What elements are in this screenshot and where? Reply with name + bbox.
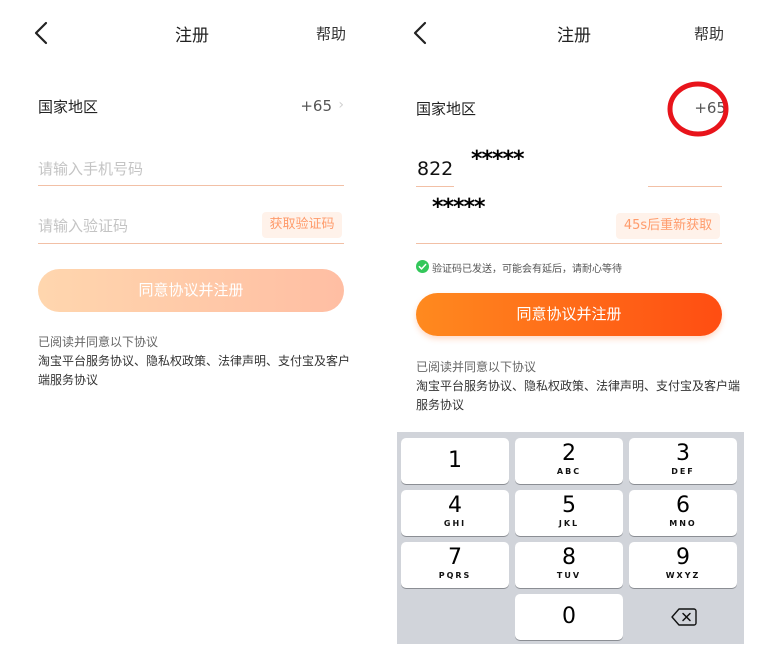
key-9[interactable]: 9 WXYZ [629, 542, 737, 588]
agreement-links[interactable]: 淘宝平台服务协议、隐私权政策、法律声明、支付宝及客户端服务协议 [416, 377, 746, 415]
code-masked: ***** [432, 195, 486, 220]
code-field[interactable]: ***** 45s后重新获取 [416, 195, 722, 244]
key-5[interactable]: 5 JKL [515, 490, 623, 536]
help-link[interactable]: 帮助 [694, 23, 724, 44]
agreement-links[interactable]: 淘宝平台服务协议、隐私权政策、法律声明、支付宝及客户端服务协议 [38, 352, 358, 390]
key-0[interactable]: 0 [515, 594, 623, 640]
phone-underline-left [416, 186, 454, 187]
agreement-intro: 已阅读并同意以下协议 [416, 360, 537, 374]
key-8[interactable]: 8 TUV [515, 542, 623, 588]
region-selector[interactable]: 国家地区 +65 › [38, 94, 346, 120]
backspace-icon [671, 608, 697, 626]
help-link[interactable]: 帮助 [316, 23, 346, 44]
key-7[interactable]: 7 PQRS [401, 542, 509, 588]
register-screen-initial: 注册 帮助 国家地区 +65 › 请输入手机号码 请输入验证码 获取验证码 同意… [0, 0, 384, 666]
resend-countdown-button[interactable]: 45s后重新获取 [616, 213, 720, 239]
phone-field[interactable]: 822 ***** [416, 147, 726, 188]
register-screen-code-sent: 注册 帮助 国家地区 +65 822 ***** ***** 45s后重新获取 … [384, 0, 764, 666]
key-6[interactable]: 6 MNO [629, 490, 737, 536]
key-2[interactable]: 2 ABC [515, 438, 623, 484]
code-field[interactable]: 请输入验证码 获取验证码 [38, 212, 344, 244]
agreement-text: 已阅读并同意以下协议 淘宝平台服务协议、隐私权政策、法律声明、支付宝及客户端服务… [416, 358, 746, 415]
region-label: 国家地区 [38, 98, 99, 116]
check-circle-icon [416, 260, 429, 273]
chevron-right-icon: › [338, 97, 344, 113]
nav-bar: 注册 帮助 [384, 18, 764, 48]
region-code: +65 [300, 97, 332, 115]
code-placeholder: 请输入验证码 [38, 217, 129, 235]
key-1[interactable]: 1 [401, 438, 509, 484]
nav-bar: 注册 帮助 [0, 18, 384, 48]
phone-masked: ***** [471, 147, 525, 172]
key-4[interactable]: 4 GHI [401, 490, 509, 536]
agreement-text: 已阅读并同意以下协议 淘宝平台服务协议、隐私权政策、法律声明、支付宝及客户端服务… [38, 333, 358, 390]
phone-prefix: 822 [417, 158, 454, 180]
agree-register-button[interactable]: 同意协议并注册 [38, 269, 344, 312]
phone-placeholder: 请输入手机号码 [38, 160, 144, 178]
annotation-circle [667, 81, 729, 137]
agreement-intro: 已阅读并同意以下协议 [38, 335, 159, 349]
phone-underline-right [648, 186, 722, 187]
numeric-keypad: 1 2 ABC 3 DEF 4 GHI 5 JKL 6 MNO 7 PQRS 8 TUV 9W… [397, 432, 744, 644]
get-code-button[interactable]: 获取验证码 [262, 212, 342, 238]
agree-register-button[interactable]: 同意协议并注册 [416, 293, 722, 336]
phone-field[interactable]: 请输入手机号码 [38, 154, 344, 186]
region-label: 国家地区 [416, 100, 477, 118]
code-sent-text: 验证码已发送，可能会有延后，请耐心等待 [432, 264, 622, 275]
code-underline [416, 243, 722, 244]
key-3[interactable]: 3 DEF [629, 438, 737, 484]
backspace-key[interactable] [629, 594, 737, 640]
